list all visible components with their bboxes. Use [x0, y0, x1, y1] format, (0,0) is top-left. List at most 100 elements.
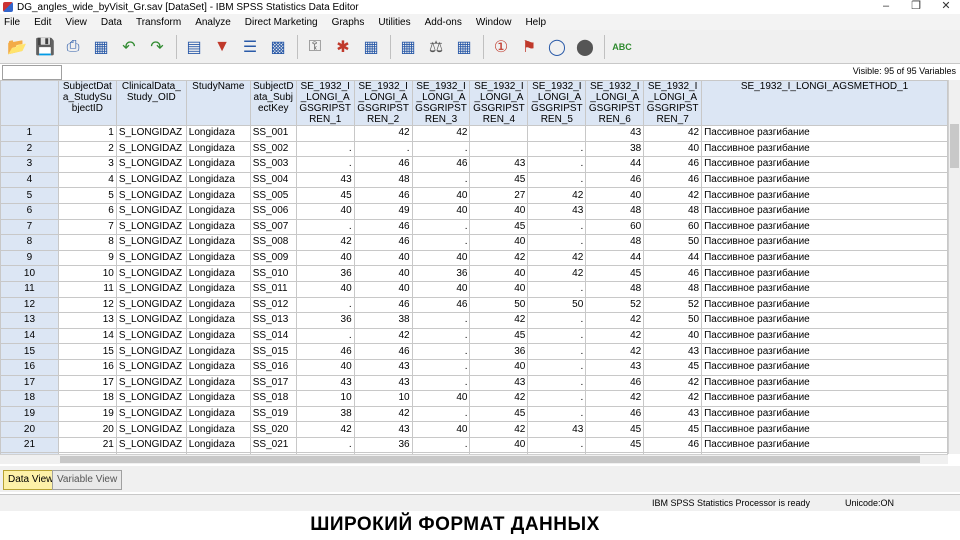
data-cell[interactable]: . [295, 327, 355, 345]
row-number[interactable]: 18 [0, 390, 59, 407]
data-cell[interactable]: 42 [643, 374, 703, 392]
data-cell[interactable]: 42 [527, 265, 587, 282]
data-cell[interactable]: Пассивное разгибание [701, 265, 948, 282]
data-cell[interactable]: . [411, 140, 471, 158]
data-cell[interactable]: S_LONGIDAZ [115, 343, 187, 360]
insert-variable-icon[interactable]: ▦ [360, 36, 382, 58]
data-cell[interactable]: 46 [643, 171, 703, 189]
weight-cases-icon[interactable]: ⚖ [425, 36, 447, 58]
data-cell[interactable]: . [411, 171, 471, 189]
data-cell[interactable]: . [411, 358, 471, 376]
row-number[interactable]: 3 [0, 156, 59, 173]
data-cell[interactable]: 13 [57, 312, 117, 329]
data-cell[interactable]: . [295, 156, 355, 173]
data-cell[interactable]: . [295, 436, 355, 454]
data-grid[interactable]: SubjectData_StudySubjectID ClinicalData_S… [0, 80, 948, 454]
data-cell[interactable]: . [527, 405, 587, 423]
data-cell[interactable]: SS_019 [249, 405, 297, 423]
horizontal-scroll-thumb[interactable] [60, 456, 920, 463]
data-cell[interactable]: 46 [353, 156, 413, 173]
data-cell[interactable]: Пассивное разгибание [701, 234, 948, 251]
data-cell[interactable]: 40 [411, 280, 471, 298]
data-cell[interactable]: 38 [585, 140, 645, 158]
data-cell[interactable] [295, 125, 355, 142]
data-cell[interactable]: S_LONGIDAZ [115, 436, 187, 454]
data-cell[interactable]: 43 [353, 374, 413, 392]
data-cell[interactable]: S_LONGIDAZ [115, 156, 187, 173]
data-cell[interactable] [469, 140, 529, 158]
data-cell[interactable]: S_LONGIDAZ [115, 358, 187, 376]
data-cell[interactable]: 40 [469, 358, 529, 376]
data-cell[interactable]: . [295, 218, 355, 236]
data-cell[interactable]: 40 [295, 280, 355, 298]
data-cell[interactable]: 43 [469, 374, 529, 392]
data-cell[interactable]: 46 [353, 234, 413, 251]
data-cell[interactable]: 42 [585, 327, 645, 345]
data-cell[interactable]: S_LONGIDAZ [115, 249, 187, 267]
data-cell[interactable]: 15 [57, 343, 117, 360]
data-cell[interactable]: Пассивное разгибание [701, 140, 948, 158]
data-cell[interactable]: S_LONGIDAZ [115, 171, 187, 189]
data-cell[interactable]: 42 [527, 249, 587, 267]
goto-case-icon[interactable]: ▤ [183, 36, 205, 58]
data-cell[interactable]: SS_005 [249, 187, 297, 204]
row-number[interactable]: 12 [0, 296, 59, 314]
spell-check-icon[interactable]: ABC [611, 36, 633, 58]
data-cell[interactable]: Пассивное разгибание [701, 125, 948, 142]
data-cell[interactable]: . [411, 327, 471, 345]
data-cell[interactable]: Longidaza [185, 343, 251, 360]
data-cell[interactable]: Longidaza [185, 390, 251, 407]
tab-variable-view[interactable]: Variable View [52, 470, 123, 490]
row-number[interactable]: 4 [0, 171, 59, 189]
data-cell[interactable]: 43 [643, 405, 703, 423]
data-cell[interactable]: . [411, 374, 471, 392]
data-cell[interactable]: 40 [411, 187, 471, 204]
data-cell[interactable]: . [527, 156, 587, 173]
row-number[interactable]: 9 [0, 249, 59, 267]
data-cell[interactable]: 40 [411, 421, 471, 438]
row-number[interactable]: 19 [0, 405, 59, 423]
data-cell[interactable]: 36 [411, 265, 471, 282]
data-cell[interactable]: S_LONGIDAZ [115, 327, 187, 345]
data-cell[interactable]: 42 [643, 125, 703, 142]
data-cell[interactable]: S_LONGIDAZ [115, 374, 187, 392]
data-cell[interactable]: 42 [353, 327, 413, 345]
data-cell[interactable]: 48 [643, 280, 703, 298]
data-cell[interactable]: SS_007 [249, 218, 297, 236]
data-cell[interactable]: Longidaza [185, 156, 251, 173]
row-number[interactable]: 20 [0, 421, 59, 438]
data-cell[interactable]: 40 [469, 234, 529, 251]
horizontal-scrollbar[interactable] [0, 454, 948, 464]
data-cell[interactable]: 40 [469, 202, 529, 220]
data-cell[interactable]: 50 [643, 234, 703, 251]
data-cell[interactable]: 43 [585, 358, 645, 376]
data-cell[interactable]: Longidaza [185, 249, 251, 267]
data-cell[interactable]: Пассивное разгибание [701, 218, 948, 236]
data-cell[interactable]: S_LONGIDAZ [115, 265, 187, 282]
data-cell[interactable]: Пассивное разгибание [701, 249, 948, 267]
data-cell[interactable]: 46 [353, 218, 413, 236]
data-cell[interactable]: 60 [643, 218, 703, 236]
data-cell[interactable]: . [527, 280, 587, 298]
data-cell[interactable]: SS_017 [249, 374, 297, 392]
data-cell[interactable]: 38 [353, 312, 413, 329]
column-header[interactable]: SE_1932_I_LONGI_AGSGRIPSTREN_4 [469, 80, 529, 126]
data-cell[interactable]: 43 [527, 202, 587, 220]
data-cell[interactable]: S_LONGIDAZ [115, 187, 187, 204]
row-number[interactable]: 7 [0, 218, 59, 236]
data-cell[interactable]: 40 [353, 280, 413, 298]
data-cell[interactable]: 43 [295, 171, 355, 189]
data-cell[interactable]: 43 [527, 421, 587, 438]
data-cell[interactable]: 42 [643, 390, 703, 407]
data-cell[interactable]: SS_008 [249, 234, 297, 251]
column-header[interactable]: ClinicalData_Study_OID [115, 80, 187, 126]
data-cell[interactable]: 42 [469, 249, 529, 267]
data-cell[interactable]: SS_009 [249, 249, 297, 267]
data-cell[interactable]: S_LONGIDAZ [115, 234, 187, 251]
data-cell[interactable]: 46 [353, 187, 413, 204]
menu-item-utilities[interactable]: Utilities [378, 17, 410, 28]
data-cell[interactable]: 60 [585, 218, 645, 236]
data-cell[interactable]: SS_012 [249, 296, 297, 314]
row-number[interactable]: 10 [0, 265, 59, 282]
data-cell[interactable]: SS_010 [249, 265, 297, 282]
